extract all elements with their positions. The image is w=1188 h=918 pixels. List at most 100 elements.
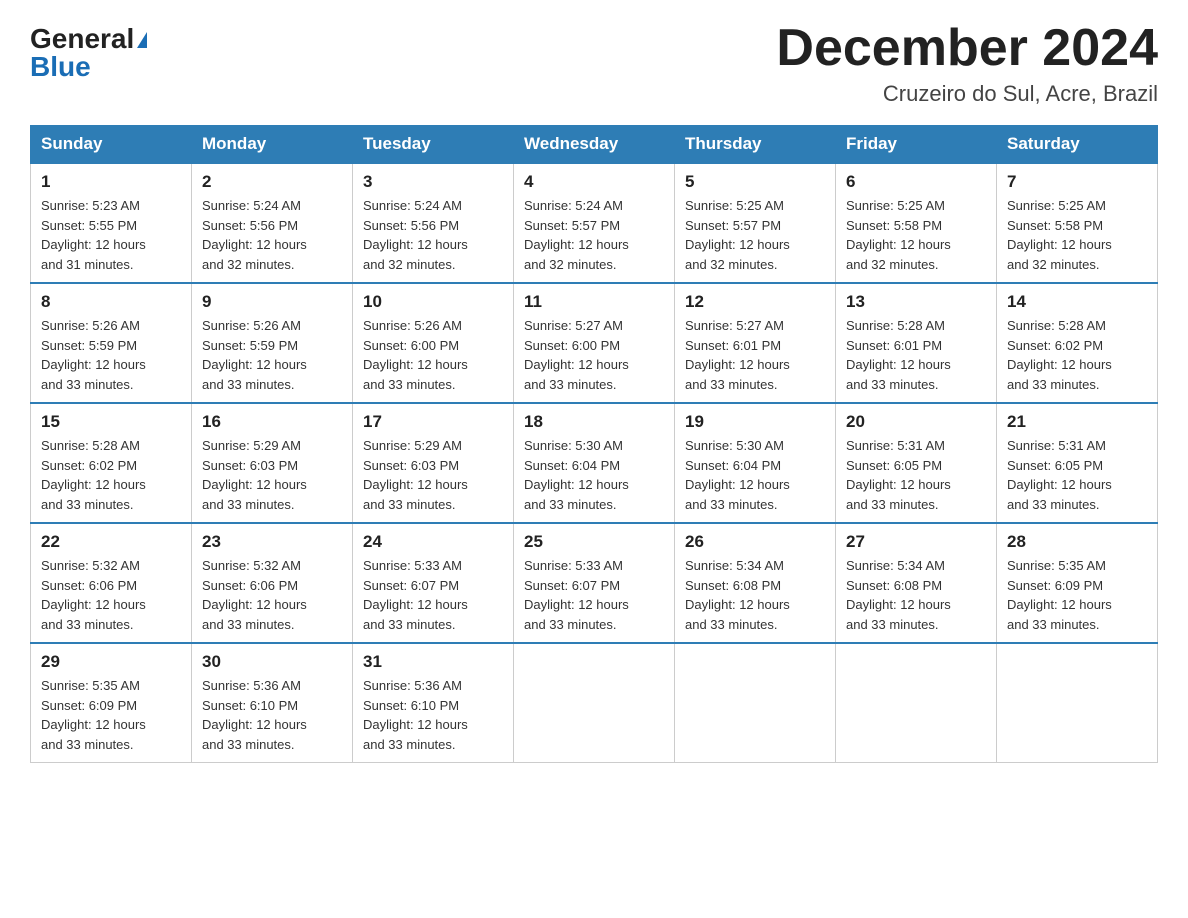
day-info: Sunrise: 5:31 AMSunset: 6:05 PMDaylight:… [846, 436, 986, 514]
day-info: Sunrise: 5:35 AMSunset: 6:09 PMDaylight:… [41, 676, 181, 754]
day-number: 10 [363, 292, 503, 312]
day-info: Sunrise: 5:27 AMSunset: 6:01 PMDaylight:… [685, 316, 825, 394]
weekday-header-thursday: Thursday [675, 126, 836, 164]
day-number: 12 [685, 292, 825, 312]
page-header: General Blue December 2024 Cruzeiro do S… [30, 20, 1158, 107]
day-number: 7 [1007, 172, 1147, 192]
week-row-4: 22 Sunrise: 5:32 AMSunset: 6:06 PMDayligh… [31, 523, 1158, 643]
calendar-cell: 10 Sunrise: 5:26 AMSunset: 6:00 PMDayligh… [353, 283, 514, 403]
day-number: 11 [524, 292, 664, 312]
day-info: Sunrise: 5:26 AMSunset: 5:59 PMDaylight:… [202, 316, 342, 394]
calendar-cell: 18 Sunrise: 5:30 AMSunset: 6:04 PMDayligh… [514, 403, 675, 523]
logo-blue-text: Blue [30, 53, 91, 81]
week-row-2: 8 Sunrise: 5:26 AMSunset: 5:59 PMDaylight… [31, 283, 1158, 403]
day-info: Sunrise: 5:31 AMSunset: 6:05 PMDaylight:… [1007, 436, 1147, 514]
day-number: 20 [846, 412, 986, 432]
calendar-cell: 30Sunrise: 5:36 AMSunset: 6:10 PMDayligh… [192, 643, 353, 763]
calendar-cell: 19Sunrise: 5:30 AMSunset: 6:04 PMDayligh… [675, 403, 836, 523]
calendar-table: SundayMondayTuesdayWednesdayThursdayFrid… [30, 125, 1158, 763]
calendar-cell [836, 643, 997, 763]
calendar-cell: 16 Sunrise: 5:29 AMSunset: 6:03 PMDayligh… [192, 403, 353, 523]
day-info: Sunrise: 5:28 AMSunset: 6:02 PMDaylight:… [1007, 316, 1147, 394]
week-row-5: 29Sunrise: 5:35 AMSunset: 6:09 PMDayligh… [31, 643, 1158, 763]
calendar-cell [997, 643, 1158, 763]
calendar-cell: 17 Sunrise: 5:29 AMSunset: 6:03 PMDayligh… [353, 403, 514, 523]
calendar-cell: 26Sunrise: 5:34 AMSunset: 6:08 PMDayligh… [675, 523, 836, 643]
calendar-cell: 20 Sunrise: 5:31 AMSunset: 6:05 PMDayligh… [836, 403, 997, 523]
day-info: Sunrise: 5:27 AMSunset: 6:00 PMDaylight:… [524, 316, 664, 394]
day-info: Sunrise: 5:24 AMSunset: 5:56 PMDaylight:… [363, 196, 503, 274]
logo: General Blue [30, 20, 147, 81]
day-number: 4 [524, 172, 664, 192]
week-row-1: 1 Sunrise: 5:23 AMSunset: 5:55 PMDaylight… [31, 163, 1158, 283]
day-number: 15 [41, 412, 181, 432]
day-info: Sunrise: 5:30 AMSunset: 6:04 PMDaylight:… [524, 436, 664, 514]
day-number: 8 [41, 292, 181, 312]
week-row-3: 15 Sunrise: 5:28 AMSunset: 6:02 PMDayligh… [31, 403, 1158, 523]
weekday-header-monday: Monday [192, 126, 353, 164]
logo-triangle-icon [137, 32, 147, 48]
day-info: Sunrise: 5:32 AMSunset: 6:06 PMDaylight:… [41, 556, 181, 634]
weekday-header-row: SundayMondayTuesdayWednesdayThursdayFrid… [31, 126, 1158, 164]
day-info: Sunrise: 5:26 AMSunset: 5:59 PMDaylight:… [41, 316, 181, 394]
day-info: Sunrise: 5:29 AMSunset: 6:03 PMDaylight:… [363, 436, 503, 514]
location-title: Cruzeiro do Sul, Acre, Brazil [776, 81, 1158, 107]
day-info: Sunrise: 5:29 AMSunset: 6:03 PMDaylight:… [202, 436, 342, 514]
logo-general-text: General [30, 23, 134, 54]
day-info: Sunrise: 5:25 AMSunset: 5:58 PMDaylight:… [1007, 196, 1147, 274]
day-info: Sunrise: 5:36 AMSunset: 6:10 PMDaylight:… [202, 676, 342, 754]
calendar-cell: 3 Sunrise: 5:24 AMSunset: 5:56 PMDaylight… [353, 163, 514, 283]
calendar-cell: 31Sunrise: 5:36 AMSunset: 6:10 PMDayligh… [353, 643, 514, 763]
weekday-header-saturday: Saturday [997, 126, 1158, 164]
day-number: 24 [363, 532, 503, 552]
calendar-cell: 2Sunrise: 5:24 AMSunset: 5:56 PMDaylight… [192, 163, 353, 283]
day-info: Sunrise: 5:32 AMSunset: 6:06 PMDaylight:… [202, 556, 342, 634]
day-number: 14 [1007, 292, 1147, 312]
day-number: 2 [202, 172, 342, 192]
day-number: 3 [363, 172, 503, 192]
calendar-cell: 6Sunrise: 5:25 AMSunset: 5:58 PMDaylight… [836, 163, 997, 283]
calendar-cell: 15 Sunrise: 5:28 AMSunset: 6:02 PMDayligh… [31, 403, 192, 523]
calendar-cell: 21 Sunrise: 5:31 AMSunset: 6:05 PMDayligh… [997, 403, 1158, 523]
weekday-header-sunday: Sunday [31, 126, 192, 164]
weekday-header-wednesday: Wednesday [514, 126, 675, 164]
day-number: 6 [846, 172, 986, 192]
day-info: Sunrise: 5:33 AMSunset: 6:07 PMDaylight:… [524, 556, 664, 634]
day-number: 27 [846, 532, 986, 552]
day-number: 18 [524, 412, 664, 432]
calendar-cell: 28Sunrise: 5:35 AMSunset: 6:09 PMDayligh… [997, 523, 1158, 643]
day-number: 21 [1007, 412, 1147, 432]
calendar-cell: 5Sunrise: 5:25 AMSunset: 5:57 PMDaylight… [675, 163, 836, 283]
calendar-cell: 14 Sunrise: 5:28 AMSunset: 6:02 PMDayligh… [997, 283, 1158, 403]
day-info: Sunrise: 5:34 AMSunset: 6:08 PMDaylight:… [685, 556, 825, 634]
day-info: Sunrise: 5:28 AMSunset: 6:02 PMDaylight:… [41, 436, 181, 514]
calendar-cell: 13 Sunrise: 5:28 AMSunset: 6:01 PMDayligh… [836, 283, 997, 403]
day-info: Sunrise: 5:26 AMSunset: 6:00 PMDaylight:… [363, 316, 503, 394]
calendar-cell: 11 Sunrise: 5:27 AMSunset: 6:00 PMDayligh… [514, 283, 675, 403]
day-number: 17 [363, 412, 503, 432]
day-info: Sunrise: 5:24 AMSunset: 5:57 PMDaylight:… [524, 196, 664, 274]
calendar-cell: 12 Sunrise: 5:27 AMSunset: 6:01 PMDayligh… [675, 283, 836, 403]
day-info: Sunrise: 5:28 AMSunset: 6:01 PMDaylight:… [846, 316, 986, 394]
weekday-header-tuesday: Tuesday [353, 126, 514, 164]
day-number: 9 [202, 292, 342, 312]
day-number: 22 [41, 532, 181, 552]
day-number: 5 [685, 172, 825, 192]
weekday-header-friday: Friday [836, 126, 997, 164]
day-number: 19 [685, 412, 825, 432]
calendar-cell: 27Sunrise: 5:34 AMSunset: 6:08 PMDayligh… [836, 523, 997, 643]
calendar-cell: 8 Sunrise: 5:26 AMSunset: 5:59 PMDaylight… [31, 283, 192, 403]
day-number: 23 [202, 532, 342, 552]
calendar-cell [514, 643, 675, 763]
day-number: 1 [41, 172, 181, 192]
day-info: Sunrise: 5:35 AMSunset: 6:09 PMDaylight:… [1007, 556, 1147, 634]
day-number: 31 [363, 652, 503, 672]
logo-general-line: General [30, 25, 147, 53]
day-info: Sunrise: 5:23 AMSunset: 5:55 PMDaylight:… [41, 196, 181, 274]
day-number: 13 [846, 292, 986, 312]
calendar-cell: 29Sunrise: 5:35 AMSunset: 6:09 PMDayligh… [31, 643, 192, 763]
calendar-cell: 1 Sunrise: 5:23 AMSunset: 5:55 PMDaylight… [31, 163, 192, 283]
day-number: 16 [202, 412, 342, 432]
month-title: December 2024 [776, 20, 1158, 77]
calendar-cell: 24Sunrise: 5:33 AMSunset: 6:07 PMDayligh… [353, 523, 514, 643]
